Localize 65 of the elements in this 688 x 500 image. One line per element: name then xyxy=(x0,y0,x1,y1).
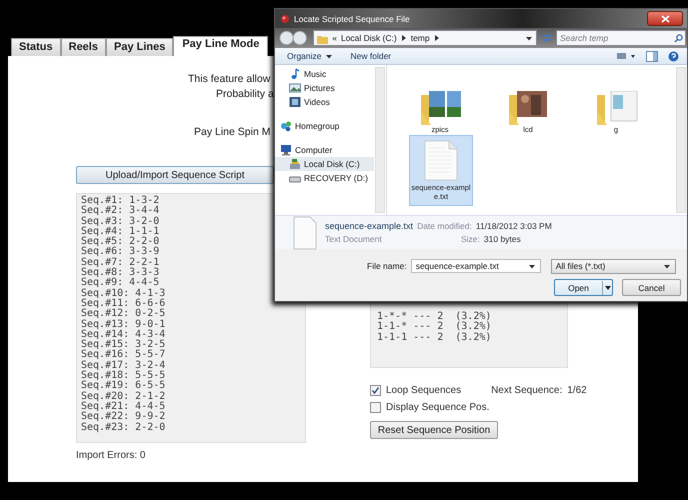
dropdown-caret-icon xyxy=(662,262,671,270)
computer-icon xyxy=(280,144,292,156)
nav-item[interactable]: Pictures xyxy=(275,81,374,95)
breadcrumb-chevron[interactable]: « xyxy=(332,33,337,43)
breadcrumb-item[interactable]: temp xyxy=(410,33,430,43)
check-icon xyxy=(371,386,380,395)
arrow-icon xyxy=(400,34,407,42)
file-name-field[interactable]: sequence-example.txt xyxy=(410,259,541,273)
open-button[interactable]: Open xyxy=(554,279,613,296)
document-icon xyxy=(424,140,458,181)
spin-mode-label: Pay Line Spin M xyxy=(194,126,270,138)
checkbox[interactable] xyxy=(370,385,381,396)
nav-item[interactable]: Homegroup xyxy=(275,119,374,133)
date-label: Date modified: xyxy=(417,221,472,231)
size-label: Size: xyxy=(461,234,480,244)
file-type-dropdown[interactable]: All files (*.txt) xyxy=(550,258,676,274)
search-field[interactable]: Search temp xyxy=(556,30,686,46)
nav-item[interactable]: RECOVERY (D:) xyxy=(275,171,374,185)
upload-button[interactable]: Upload/Import Sequence Script xyxy=(76,166,274,184)
checkbox-label: Loop Sequences xyxy=(386,385,462,396)
file-name-text: sequence-example.txt xyxy=(325,221,414,231)
toolbar-button[interactable]: New folder xyxy=(346,51,396,61)
close-icon xyxy=(660,14,670,22)
cancel-button[interactable]: Cancel xyxy=(622,279,681,296)
music-note-icon xyxy=(289,68,301,80)
date-value: 11/18/2012 3:03 PM xyxy=(476,221,552,231)
import-errors-label: Import Errors: 0 xyxy=(76,450,146,461)
next-sequence-label: Next Sequence: xyxy=(491,385,562,396)
reset-button[interactable]: Reset Sequence Position xyxy=(370,421,498,439)
tab[interactable]: Pay Lines xyxy=(106,38,174,56)
tab[interactable]: Reels xyxy=(60,38,106,56)
checkbox[interactable] xyxy=(370,402,381,413)
caret-icon xyxy=(602,280,612,294)
file-name-label: File name: xyxy=(367,261,407,271)
tab[interactable]: Pay Line Mode xyxy=(173,36,268,56)
close-button[interactable] xyxy=(647,11,683,26)
pictures-icon xyxy=(289,82,301,94)
next-sequence-value: 1/62 xyxy=(567,385,587,396)
homegroup-icon xyxy=(280,120,292,132)
app-icon xyxy=(280,14,290,24)
size-value: 310 bytes xyxy=(484,234,521,244)
nav-item[interactable]: Videos xyxy=(275,95,374,109)
nav-item[interactable]: Local Disk (C:) xyxy=(275,157,374,171)
preview-pane-icon[interactable] xyxy=(646,50,658,62)
nav-item[interactable]: Music xyxy=(275,67,374,81)
address-bar[interactable]: « Local Disk (C:) temp xyxy=(313,30,537,46)
scrollbar[interactable] xyxy=(676,67,686,213)
window-title: Locate Scripted Sequence File xyxy=(294,14,410,24)
file-type-text: Text Document xyxy=(325,234,383,244)
scrollbar[interactable] xyxy=(375,67,385,213)
back-forward-icon[interactable] xyxy=(279,30,310,46)
help-icon[interactable] xyxy=(668,50,679,62)
drive-icon xyxy=(289,158,301,170)
dropdown-caret-icon xyxy=(528,262,536,270)
arrow-icon xyxy=(434,34,440,42)
breadcrumb-item[interactable]: Local Disk (C:) xyxy=(340,33,397,43)
tab[interactable]: Status xyxy=(11,38,61,56)
dropdown-caret-icon[interactable] xyxy=(524,34,533,42)
checkbox-label: Display Sequence Pos. xyxy=(386,402,490,413)
toolbar-button[interactable]: Organize xyxy=(283,51,336,61)
video-icon xyxy=(289,96,301,108)
view-icon[interactable] xyxy=(616,51,636,61)
sequence-list: Seq.#1: 1-3-2 Seq.#2: 3-4-4 Seq.#3: 3-2-0 Seq.#4: 1-1-1 Seq.#5: 2-2-0 Seq.#6: 3-3-9 Seq.#7: 2-2-1 Seq.#8: 3-3-3 Seq.#9: 4-4-5 Seq.#10: 4-1-3 Seq.#11: 6-6-6 Seq.#12: 0-2-5 Seq.#13: 9-0-1 Seq.#14: 4-3-4 Seq.#15: 3-2-5 Seq.#16: 5-5-7 Seq.#17: 3-2-4 Seq.#18: 5-5-5 Seq.#19: 6-5-5 Seq.#20: 2-1-2 Seq.#21: 4-4-5 Seq.#22: 9-9-2 Seq.#23: 2-2-0 xyxy=(76,193,306,443)
nav-item[interactable]: Computer xyxy=(275,143,374,157)
description-text: This feature allow xyxy=(188,72,270,87)
